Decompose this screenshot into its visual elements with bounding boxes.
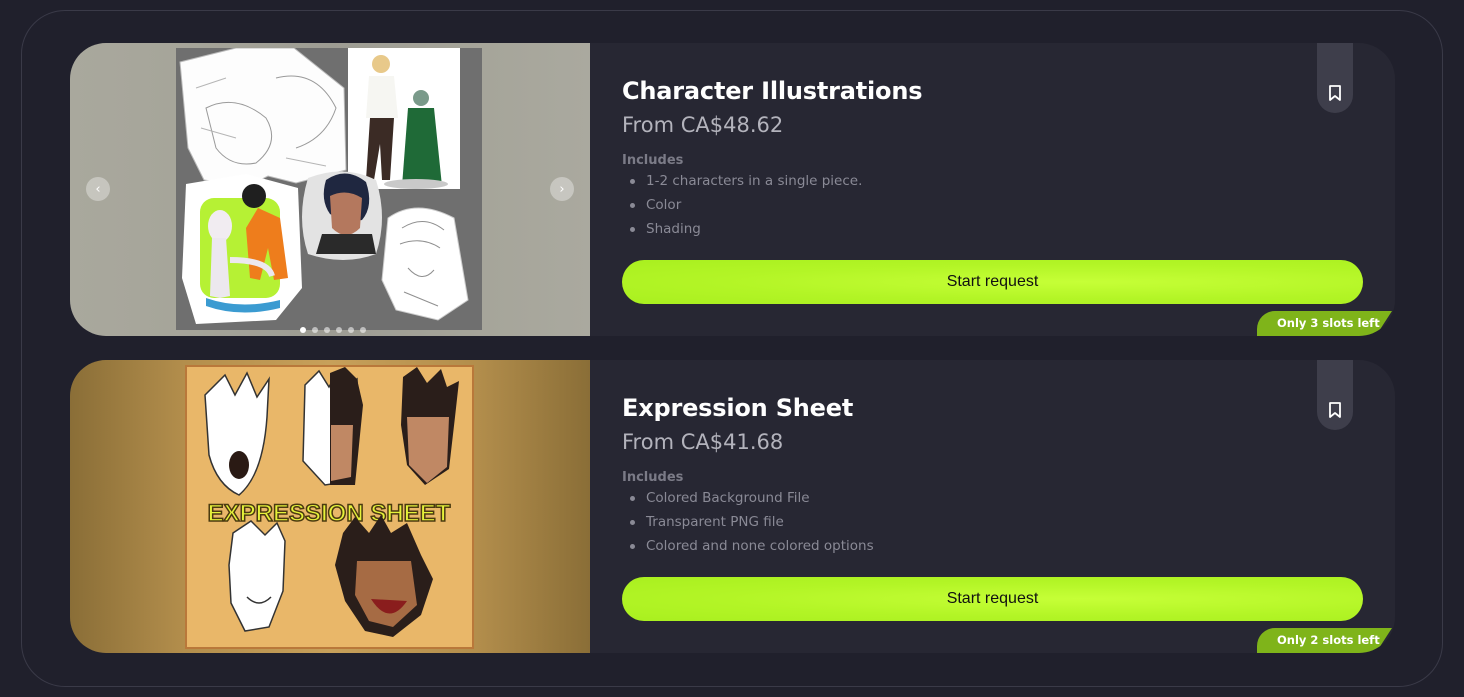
- offer-title: Expression Sheet: [622, 394, 854, 422]
- offer-card: ‹ › Character Illustrations From CA$48.6…: [70, 43, 1395, 336]
- offer-details: Character Illustrations From CA$48.62 In…: [622, 43, 1363, 336]
- start-request-button[interactable]: Start request: [622, 577, 1363, 621]
- start-request-button[interactable]: Start request: [622, 260, 1363, 304]
- offer-details: Expression Sheet From CA$41.68 Includes …: [622, 360, 1363, 653]
- carousel-dot[interactable]: [336, 327, 342, 333]
- offer-image: [176, 48, 482, 330]
- carousel-dots: [300, 327, 366, 333]
- bookmark-icon: [1329, 85, 1341, 101]
- includes-list: Colored Background File Transparent PNG …: [622, 489, 874, 561]
- offer-image-carousel[interactable]: ‹ ›: [70, 43, 590, 336]
- offer-price: From CA$48.62: [622, 113, 784, 137]
- includes-item: Transparent PNG file: [622, 513, 874, 537]
- includes-item: Shading: [622, 220, 862, 244]
- slots-left-badge: Only 2 slots left: [1257, 628, 1392, 653]
- chevron-left-icon: ‹: [95, 181, 101, 197]
- chevron-right-icon: ›: [559, 181, 565, 197]
- offer-price: From CA$41.68: [622, 430, 784, 454]
- includes-list: 1-2 characters in a single piece. Color …: [622, 172, 862, 244]
- expression-sheet-image-title: EXPRESSION SHEET: [208, 500, 451, 527]
- carousel-dot[interactable]: [360, 327, 366, 333]
- includes-item: 1-2 characters in a single piece.: [622, 172, 862, 196]
- bookmark-button[interactable]: [1317, 43, 1353, 113]
- includes-label: Includes: [622, 153, 684, 168]
- includes-label: Includes: [622, 470, 684, 485]
- offer-image-area: EXPRESSION SHEET: [70, 360, 590, 653]
- bookmark-icon: [1329, 402, 1341, 418]
- carousel-dot[interactable]: [348, 327, 354, 333]
- carousel-dot[interactable]: [324, 327, 330, 333]
- carousel-dot[interactable]: [312, 327, 318, 333]
- offer-title: Character Illustrations: [622, 77, 923, 105]
- includes-item: Colored and none colored options: [622, 537, 874, 561]
- carousel-dot[interactable]: [300, 327, 306, 333]
- offer-image: EXPRESSION SHEET: [185, 365, 474, 649]
- offer-card: EXPRESSION SHEET Expression Sheet From C…: [70, 360, 1395, 653]
- slots-left-badge: Only 3 slots left: [1257, 311, 1392, 336]
- bookmark-button[interactable]: [1317, 360, 1353, 430]
- includes-item: Color: [622, 196, 862, 220]
- includes-item: Colored Background File: [622, 489, 874, 513]
- carousel-prev-button[interactable]: ‹: [86, 177, 110, 201]
- carousel-next-button[interactable]: ›: [550, 177, 574, 201]
